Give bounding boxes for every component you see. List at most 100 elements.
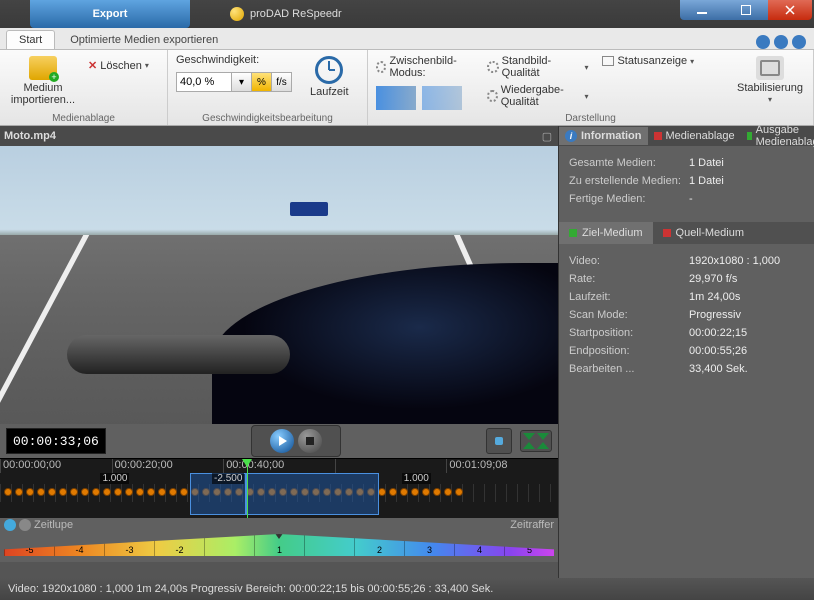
panel-tab-information[interactable]: i Information (559, 127, 648, 145)
frame-dot (180, 488, 188, 496)
road-sign (290, 202, 328, 216)
info-panel: i Information Medienablage Ausgabe Medie… (558, 126, 814, 578)
playhead[interactable] (247, 459, 248, 518)
range-prev-button[interactable] (523, 442, 535, 449)
export-tab[interactable]: Export (30, 0, 190, 28)
gear-icon (376, 61, 386, 73)
media-details: Video:1920x1080 : 1,000 Rate:29,970 f/s … (559, 244, 814, 386)
info-summary: Gesamte Medien:1 Datei Zu erstellende Me… (559, 146, 814, 216)
file-tab[interactable]: Moto.mp4 (4, 130, 56, 142)
timeline-mark (335, 459, 447, 473)
info-icon[interactable] (774, 35, 788, 49)
region-label: 1.000 (402, 473, 431, 484)
stabilization-button[interactable]: Stabilisierung ▾ (735, 54, 805, 107)
panel-expand-button[interactable]: ▢ (540, 129, 554, 143)
frame-dot (147, 488, 155, 496)
stop-button[interactable] (298, 429, 322, 453)
range-buttons (520, 430, 552, 452)
import-media-button[interactable]: + Medium importieren... (8, 54, 78, 108)
app-name: proDAD ReSpeedr (250, 8, 342, 20)
frame-dot (389, 488, 397, 496)
ribbon-group-media-label: Medienablage (0, 113, 167, 124)
frame-dot (103, 488, 111, 496)
frame-dot (37, 488, 45, 496)
handlebar (67, 335, 290, 374)
speed-gradient-bar[interactable]: -5 -4 -3 -2 1 2 3 4 5 (0, 532, 558, 562)
frame-dot (15, 488, 23, 496)
range-next-button[interactable] (537, 442, 549, 449)
speed-toggle-row: Zeitlupe Zeitraffer (0, 518, 558, 532)
speed-pointer[interactable] (274, 532, 284, 539)
window-minimize-button[interactable] (680, 0, 724, 20)
transport-bar: 00:00:33;06 (0, 424, 558, 458)
speed-input[interactable] (176, 72, 232, 92)
playback-quality-dropdown[interactable]: Wiedergabe-Qualität▾ (487, 83, 588, 109)
speed-toggle-b[interactable] (19, 519, 31, 531)
region-label: 1.000 (100, 473, 129, 484)
frame-dot (59, 488, 67, 496)
frame-dot (92, 488, 100, 496)
speed-unit-fps[interactable]: f/s (272, 72, 292, 92)
ribbon-tab-export-optimized[interactable]: Optimierte Medien exportieren (57, 30, 231, 49)
delete-button[interactable]: ✕ Löschen ▾ (88, 58, 149, 73)
panel-tab-media[interactable]: Medienablage (648, 127, 741, 145)
status-bar: Video: 1920x1080 : 1,000 1m 24,00s Progr… (0, 578, 814, 600)
video-preview[interactable] (0, 146, 558, 424)
speed-label: Geschwindigkeit: (176, 54, 292, 66)
range-in-button[interactable] (523, 433, 535, 440)
timeline-mark: 00:00:40;00 (223, 459, 335, 473)
slow-label: Zeitlupe (34, 519, 73, 531)
frame-dot (136, 488, 144, 496)
ribbon-group-display-label: Darstellung (368, 113, 813, 124)
subtab-target-medium[interactable]: Ziel-Medium (559, 222, 653, 244)
clock-icon (315, 56, 343, 84)
frame-dot (455, 488, 463, 496)
interpolation-preview-a[interactable] (376, 86, 416, 110)
frame-dot (26, 488, 34, 496)
file-tab-strip: Moto.mp4 ▢ (0, 126, 558, 146)
green-square-icon (569, 229, 577, 237)
frame-dot (114, 488, 122, 496)
speed-spinner[interactable]: ▾ (232, 72, 252, 92)
frame-dot (158, 488, 166, 496)
timeline[interactable]: 00:00:00;00 00:00:20;00 00:00:40;00 00:0… (0, 458, 558, 518)
app-title: proDAD ReSpeedr (230, 7, 342, 21)
timeline-mark: 00:01:09;08 (446, 459, 558, 473)
frame-dot (433, 488, 441, 496)
marker-icon (495, 437, 503, 445)
interpolation-preview-b[interactable] (422, 86, 462, 110)
edit-link[interactable]: Bearbeiten ... (569, 363, 689, 375)
marker-button[interactable] (486, 428, 512, 454)
refresh-icon[interactable] (756, 35, 770, 49)
play-button[interactable] (270, 429, 294, 453)
frame-dot (411, 488, 419, 496)
gear-icon (487, 90, 497, 102)
speed-input-group: ▾ % f/s (176, 72, 292, 92)
interpolation-mode-dropdown[interactable]: Zwischenbild-Modus: (376, 54, 473, 80)
app-icon (230, 7, 244, 21)
frame-dot (169, 488, 177, 496)
media-subtab-strip: Ziel-Medium Quell-Medium (559, 222, 814, 244)
timeline-region-b[interactable] (246, 473, 380, 515)
status-text: Video: 1920x1080 : 1,000 1m 24,00s Progr… (8, 583, 493, 595)
frame-dot (48, 488, 56, 496)
window-maximize-button[interactable] (724, 0, 768, 20)
title-bar: Export proDAD ReSpeedr (0, 0, 814, 28)
still-quality-dropdown[interactable]: Standbild-Qualität▾ (487, 54, 588, 80)
subtab-source-medium[interactable]: Quell-Medium (653, 222, 754, 244)
window-close-button[interactable] (768, 0, 812, 20)
ribbon-tab-start[interactable]: Start (6, 30, 55, 49)
panel-tab-strip: i Information Medienablage Ausgabe Medie… (559, 126, 814, 146)
green-square-icon (747, 132, 752, 140)
timeline-mark: 00:00:00;00 (0, 459, 112, 473)
speed-unit-percent[interactable]: % (252, 72, 272, 92)
status-display-dropdown[interactable]: Statusanzeige▾ (602, 54, 694, 68)
help-icon[interactable] (792, 35, 806, 49)
fast-label: Zeitraffer (510, 519, 554, 531)
runtime-button[interactable]: Laufzeit (306, 54, 353, 100)
range-out-button[interactable] (537, 433, 549, 440)
status-display-icon (602, 56, 614, 66)
ribbon-tab-strip: Start Optimierte Medien exportieren (0, 28, 814, 50)
frame-dot (444, 488, 452, 496)
speed-toggle-a[interactable] (4, 519, 16, 531)
